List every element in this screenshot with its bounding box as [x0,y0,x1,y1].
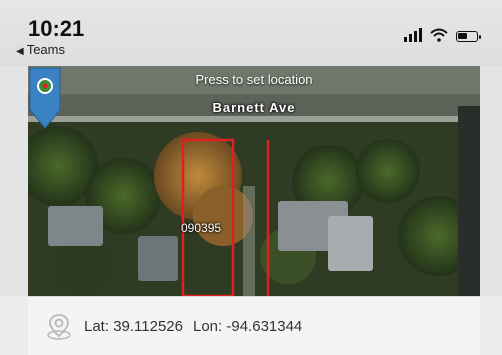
lon-label: Lon: [193,317,223,335]
street-label: Barnett Ave [212,100,296,115]
battery-icon [456,31,481,42]
status-time: 10:21 [28,16,85,41]
coordinates-bar: Lat: 39.112526 Lon: -94.631344 [28,296,480,355]
map-hint: Press to set location [195,72,313,87]
wifi-icon [430,28,448,42]
back-arrow-icon: ◀ [16,46,24,57]
signal-icon [404,28,422,42]
left-margin [0,66,28,296]
lon-value: -94.631344 [226,317,303,335]
right-margin [480,66,502,296]
satellite-map[interactable]: Press to set location Barnett Ave 090395 [28,66,480,296]
back-app-label: Teams [26,42,65,57]
location-pin-icon[interactable] [28,66,62,132]
status-bar: 10:21 ◀ Teams [0,0,502,66]
location-marker-icon[interactable] [46,312,72,340]
lat-label: Lat: [84,317,110,335]
system-icons [404,26,481,42]
back-to-app-button[interactable]: ◀ Teams [16,42,65,57]
lat-value: 39.112526 [113,317,183,335]
parcel-id-label: 090395 [181,221,222,235]
coordinates-text: Lat: 39.112526 Lon: -94.631344 [84,318,302,335]
